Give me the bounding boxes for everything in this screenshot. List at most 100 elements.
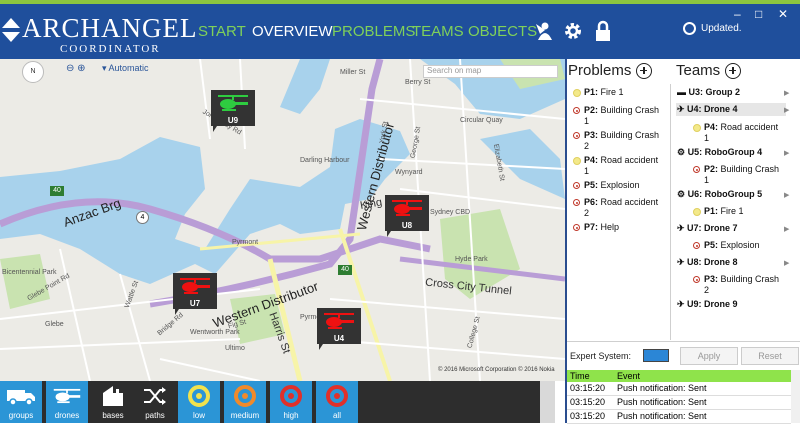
toolbar-scroll-end[interactable] — [540, 381, 555, 423]
log-event: Push notification: Sent — [617, 411, 707, 421]
zoom-in-button[interactable]: ⊕ — [77, 63, 85, 74]
paths-button[interactable]: paths — [134, 381, 176, 423]
assignment-id: P2: — [704, 164, 719, 174]
map-label: Wentworth Park — [190, 329, 240, 336]
zoom-controls[interactable]: ⊖ ⊕ — [66, 63, 86, 74]
assignment-text: Building Crash — [720, 164, 780, 174]
maximize-button[interactable]: □ — [755, 7, 762, 21]
nav-teams[interactable]: TEAMS — [412, 23, 464, 40]
close-button[interactable]: ✕ — [778, 7, 788, 21]
team-name: U7: Drone 7 — [687, 223, 738, 233]
problem-text: Road accident — [600, 197, 659, 207]
helicopter-icon: ✈ — [677, 257, 688, 267]
add-problem-icon[interactable] — [636, 62, 653, 79]
problem-text: Building Crash — [600, 130, 660, 140]
log-row[interactable]: 03:15:20 Push notification: Sent — [567, 410, 791, 424]
team-assignment: P2: Building Crash 1 — [704, 164, 779, 186]
log-row[interactable]: 03:15:20 Push notification: Sent — [567, 396, 791, 410]
add-team-icon[interactable] — [725, 62, 742, 79]
drone-marker-u8[interactable]: U8 — [385, 195, 429, 237]
column-divider — [670, 84, 671, 340]
helicopter-icon — [317, 308, 361, 334]
nav-start[interactable]: START — [198, 23, 246, 40]
problem-text-2: 2 — [584, 208, 590, 218]
map-label: Sydney CBD — [430, 209, 471, 216]
team-name: U8: Drone 8 — [687, 257, 738, 267]
problem-text: Help — [600, 222, 620, 232]
map-label: Berry St — [405, 79, 431, 86]
drone-marker-u9[interactable]: U9 — [211, 90, 255, 132]
expand-arrow-icon[interactable]: ▶ — [784, 149, 789, 157]
problem-id: P4: — [584, 155, 599, 165]
problem-id: P1: — [584, 87, 599, 97]
expert-system-toggle[interactable] — [643, 349, 669, 362]
team-name: U9: Drone 9 — [687, 299, 738, 309]
logo-arrows-icon — [2, 18, 20, 42]
team-assignment: P3: Building Crash 2 — [704, 274, 779, 296]
map-view[interactable]: N ⊖ ⊕ ▾ Automatic Search on map Anzac Br… — [0, 59, 565, 381]
toolbar-label: bases — [102, 411, 124, 420]
problem-text: Road accident — [600, 155, 659, 165]
drone-marker-u7[interactable]: U7 — [173, 273, 217, 315]
expand-arrow-icon[interactable]: ▶ — [784, 259, 789, 267]
compass-icon[interactable]: N — [22, 61, 44, 83]
team-assignment: P4: Road accident 1 — [704, 122, 778, 144]
problem-text-2: 1 — [584, 116, 590, 126]
map-search-input[interactable]: Search on map — [423, 65, 558, 78]
helicopter-icon: ✈ — [677, 299, 688, 309]
map-label: Wynyard — [395, 169, 423, 176]
drone-marker-u4[interactable]: U4 — [317, 308, 361, 350]
nav-problems[interactable]: PROBLEMS — [332, 23, 415, 40]
expand-arrow-icon[interactable]: ▶ — [784, 106, 789, 114]
priority-low-icon — [573, 157, 581, 165]
map-label: Ultimo — [225, 345, 245, 352]
gear-icon[interactable] — [562, 20, 584, 42]
filter-medium-button[interactable]: medium — [224, 381, 266, 423]
priority-high-icon — [693, 242, 700, 249]
problems-title: Problems — [568, 62, 632, 79]
toolbar-label: high — [283, 411, 299, 420]
team-unit: ▬ U3: Group 2 — [677, 87, 740, 98]
team-name: U3: Group 2 — [688, 87, 741, 97]
expand-arrow-icon[interactable]: ▶ — [784, 89, 789, 97]
problem-text: Fire 1 — [600, 87, 624, 97]
expand-arrow-icon[interactable]: ▶ — [784, 191, 789, 199]
reset-button[interactable]: Reset — [741, 347, 799, 365]
problem-id: P7: — [584, 222, 599, 232]
priority-high-icon — [573, 107, 580, 114]
drones-button[interactable]: drones — [46, 381, 88, 423]
log-col-time: Time — [570, 371, 590, 381]
log-row[interactable]: 03:15:20 Push notification: Sent — [567, 382, 791, 396]
nav-overview[interactable]: OVERVIEW — [252, 23, 333, 40]
zoom-out-button[interactable]: ⊖ — [66, 63, 74, 74]
priority-high-icon — [573, 132, 580, 139]
map-label: Hyde Park — [455, 256, 488, 263]
nav-objects[interactable]: OBJECTS — [468, 23, 537, 40]
map-mode-select[interactable]: ▾ Automatic — [102, 63, 149, 74]
bottom-toolbar: groups drones bases paths low medium hig… — [0, 381, 555, 423]
lock-icon[interactable] — [592, 20, 614, 42]
map-copyright: © 2016 Microsoft Corporation © 2016 Noki… — [438, 367, 555, 373]
bases-button[interactable]: bases — [92, 381, 134, 423]
truck-icon — [0, 381, 42, 411]
filter-low-button[interactable]: low — [178, 381, 220, 423]
helicopter-icon — [173, 273, 217, 299]
priority-high-icon — [573, 224, 580, 231]
robot-icon: ⚙ — [677, 147, 688, 157]
toolbar-label: low — [192, 411, 205, 420]
marker-label: U4 — [333, 334, 345, 343]
helicopter-icon — [46, 381, 88, 411]
expand-arrow-icon[interactable]: ▶ — [784, 225, 789, 233]
team-unit: ⚙ U6: RoboGroup 5 — [677, 189, 762, 200]
target-icon — [224, 381, 266, 411]
apply-button[interactable]: Apply — [680, 347, 738, 365]
angel-icon[interactable] — [534, 20, 556, 42]
log-scrollbar[interactable] — [791, 370, 800, 423]
groups-button[interactable]: groups — [0, 381, 42, 423]
assignment-text: Fire 1 — [720, 206, 744, 216]
marker-label: U7 — [189, 299, 201, 308]
minimize-button[interactable]: – — [734, 7, 741, 21]
filter-high-button[interactable]: high — [270, 381, 312, 423]
filter-all-button[interactable]: all — [316, 381, 358, 423]
logo-text: ARCHANGEL — [22, 13, 198, 43]
